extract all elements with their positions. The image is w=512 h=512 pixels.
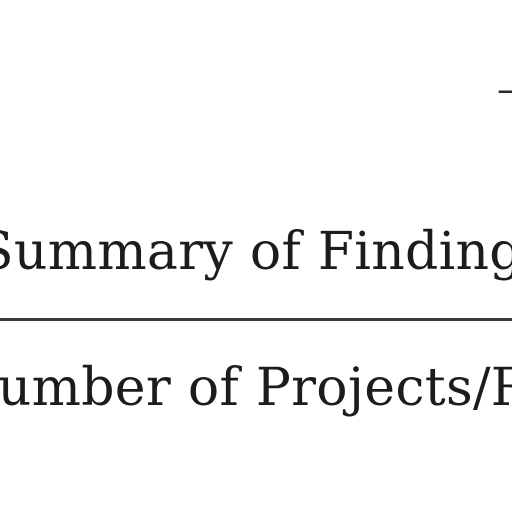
table-rule [0, 318, 512, 321]
corner-mark: — [497, 70, 512, 108]
column-header: Number of Projects/Reports [0, 358, 512, 418]
document-page: — Summary of Findings Number of Projects… [0, 0, 512, 512]
table-title: Summary of Findings [0, 222, 512, 282]
